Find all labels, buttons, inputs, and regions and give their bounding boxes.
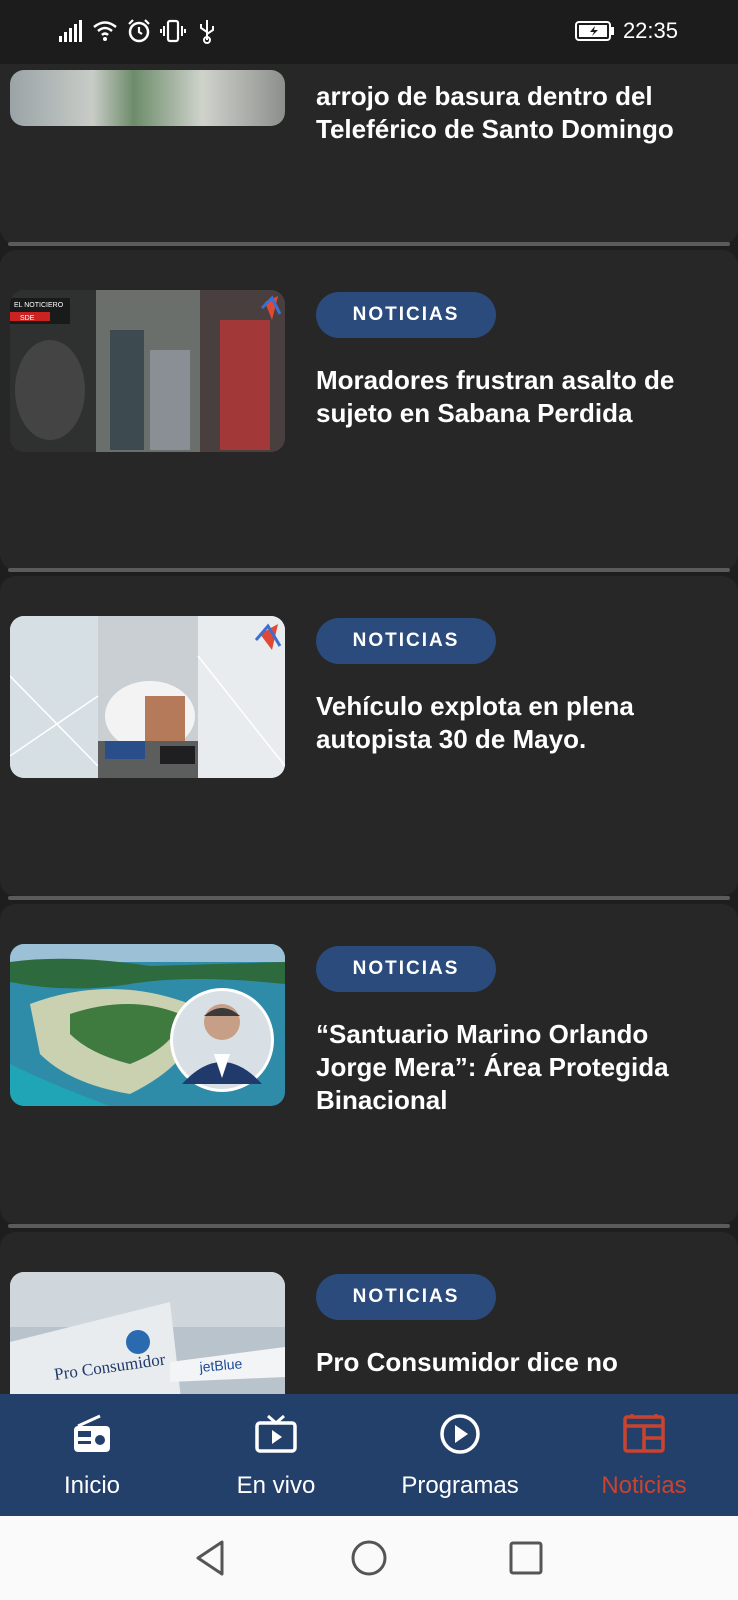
article-title[interactable]: Moradores frustran asalto de sujeto en S… <box>316 364 676 430</box>
recents-icon[interactable] <box>504 1536 548 1580</box>
category-tag[interactable]: NOTICIAS <box>316 946 496 992</box>
thumbnail-image <box>10 944 285 1106</box>
news-card[interactable]: NOTICIAS Vehículo explota en plena autop… <box>0 576 738 896</box>
article-title[interactable]: arrojo de basura dentro del Teleférico d… <box>316 80 676 146</box>
tv-icon <box>255 1414 297 1453</box>
card-divider <box>8 1224 730 1228</box>
news-card[interactable]: Pro Consumidor jetBlue NOTICIAS Pro Cons… <box>0 1232 738 1394</box>
nav-item-en-vivo[interactable]: En vivo <box>184 1394 368 1516</box>
nav-item-programas[interactable]: Programas <box>368 1394 552 1516</box>
home-icon[interactable] <box>347 1536 391 1580</box>
nav-label: Inicio <box>63 1472 121 1499</box>
news-card[interactable]: EL NOTICIERO SDE NOTICIAS Moradores frus… <box>0 250 738 570</box>
card-divider <box>8 568 730 572</box>
system-navigation-bar <box>0 1516 738 1600</box>
thumbnail-image: EL NOTICIERO SDE <box>10 290 285 452</box>
article-thumbnail[interactable] <box>10 70 285 126</box>
news-card[interactable]: NOTICIAS “Santuario Marino Orlando Jorge… <box>0 904 738 1224</box>
article-title[interactable]: “Santuario Marino Orlando Jorge Mera”: Á… <box>316 1018 676 1117</box>
nav-label: En vivo <box>236 1472 316 1499</box>
nav-item-inicio[interactable]: Inicio <box>0 1394 184 1516</box>
card-divider <box>8 242 730 246</box>
article-title[interactable]: Vehículo explota en plena autopista 30 d… <box>316 690 676 756</box>
signal-icon <box>59 20 82 42</box>
status-bar: 22:35 <box>0 0 738 64</box>
news-card[interactable]: arrojo de basura dentro del Teleférico d… <box>0 64 738 244</box>
bottom-navigation: Inicio En vivo Programas Noticias <box>0 1394 738 1516</box>
article-thumbnail[interactable] <box>10 944 285 1106</box>
nav-item-noticias[interactable]: Noticias <box>552 1394 736 1516</box>
thumbnail-caption: EL NOTICIERO <box>14 302 64 309</box>
usb-icon <box>200 20 214 44</box>
radio-icon <box>74 1414 110 1452</box>
article-title[interactable]: Pro Consumidor dice no <box>316 1346 676 1379</box>
nav-label: Programas <box>401 1472 519 1499</box>
card-divider <box>8 896 730 900</box>
nav-label: Noticias <box>601 1472 687 1499</box>
article-thumbnail[interactable] <box>10 616 285 778</box>
article-thumbnail[interactable]: Pro Consumidor jetBlue <box>10 1272 285 1394</box>
thumbnail-image: Pro Consumidor jetBlue <box>10 1272 285 1394</box>
category-tag[interactable]: NOTICIAS <box>316 1274 496 1320</box>
article-thumbnail[interactable]: EL NOTICIERO SDE <box>10 290 285 452</box>
battery-charging-icon <box>574 21 614 41</box>
alarm-icon <box>128 19 150 43</box>
thumbnail-caption: SDE <box>20 315 35 322</box>
back-icon[interactable] <box>190 1536 234 1580</box>
news-icon <box>623 1414 665 1453</box>
thumbnail-image <box>10 616 285 778</box>
category-tag[interactable]: NOTICIAS <box>316 618 496 664</box>
vibrate-icon <box>160 19 186 43</box>
status-time: 22:35 <box>622 18 678 43</box>
wifi-icon <box>93 21 117 41</box>
category-tag[interactable]: NOTICIAS <box>316 292 496 338</box>
status-icons-right: 22:35 <box>574 18 678 44</box>
news-feed[interactable]: arrojo de basura dentro del Teleférico d… <box>0 64 738 1394</box>
play-circle-icon <box>440 1414 480 1454</box>
status-icons-left <box>58 18 220 44</box>
